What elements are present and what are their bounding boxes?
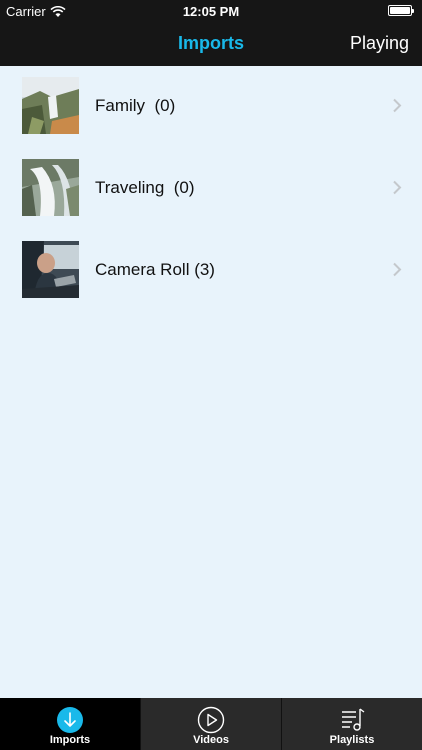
chevron-right-icon [393,98,402,113]
playing-button[interactable]: Playing [350,33,409,54]
row-label: Camera Roll (3) [95,260,215,279]
row-label: Traveling (0) [95,178,195,197]
list-item[interactable]: Family (0) [0,66,422,148]
thumbnail-image [22,77,79,134]
thumbnail-image [22,159,79,216]
clock: 12:05 PM [182,4,240,19]
waterfall-rapids-image [22,159,79,216]
play-circle-icon [197,706,225,734]
battery-icon [388,5,414,16]
list-item[interactable]: Camera Roll (3) [0,230,422,312]
waterfall-cliff-image [22,77,79,134]
row-label: Family (0) [95,96,176,115]
tab-bar: Imports Videos Playlists [0,698,422,750]
thumbnail-image [22,241,79,298]
download-circle-icon [57,707,83,733]
chevron-right-icon [393,262,402,277]
list-item[interactable]: Traveling (0) [0,148,422,230]
top-bar: Carrier 12:05 PM Imports Playing [0,0,422,66]
chevron-right-icon [393,180,402,195]
tab-label: Videos [193,734,229,746]
album-list: Family (0) Traveling (0) Camera Roll (3) [0,66,422,312]
tab-playlists[interactable]: Playlists [281,698,422,750]
man-in-car-image [22,241,79,298]
status-bar: Carrier 12:05 PM [0,0,422,22]
tab-imports[interactable]: Imports [0,698,140,750]
tab-videos[interactable]: Videos [140,698,281,750]
tab-label: Imports [49,734,91,746]
playlist-icon [342,708,365,731]
tab-label: Playlists [329,734,375,746]
